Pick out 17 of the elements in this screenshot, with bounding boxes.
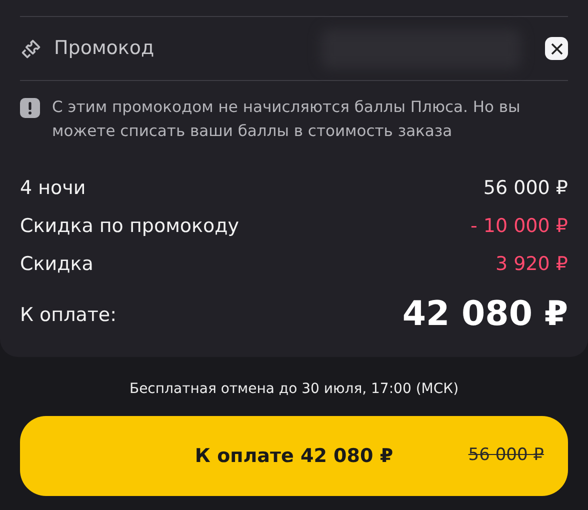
old-price: 56 000 ₽: [468, 444, 544, 468]
cancellation-text: Бесплатная отмена до 30 июля, 17:00 (МСК): [129, 380, 459, 399]
notice-text: С этим промокодом не начисляются баллы Плюса. Но вы можете списать ваши баллы в стоимость заказа: [52, 97, 522, 142]
line-amount: 56 000 ₽: [483, 176, 568, 201]
total-label: К оплате:: [20, 302, 117, 328]
line-amount: - 10 000 ₽: [470, 214, 568, 239]
line-label: 4 ночи: [20, 176, 86, 201]
promo-label: Промокод: [54, 36, 154, 62]
close-icon: [550, 42, 562, 54]
exclamation-icon: [20, 98, 40, 118]
ticket-icon: [20, 38, 42, 60]
line-label: Скидка по промокоду: [20, 214, 240, 239]
pay-button[interactable]: К оплате 42 080 ₽ 56 000 ₽: [20, 416, 568, 496]
line-amount: 3 920 ₽: [495, 252, 568, 277]
clear-button[interactable]: [545, 37, 568, 60]
total-amount: 42 080 ₽: [402, 297, 568, 331]
line-label: Скидка: [20, 252, 94, 277]
